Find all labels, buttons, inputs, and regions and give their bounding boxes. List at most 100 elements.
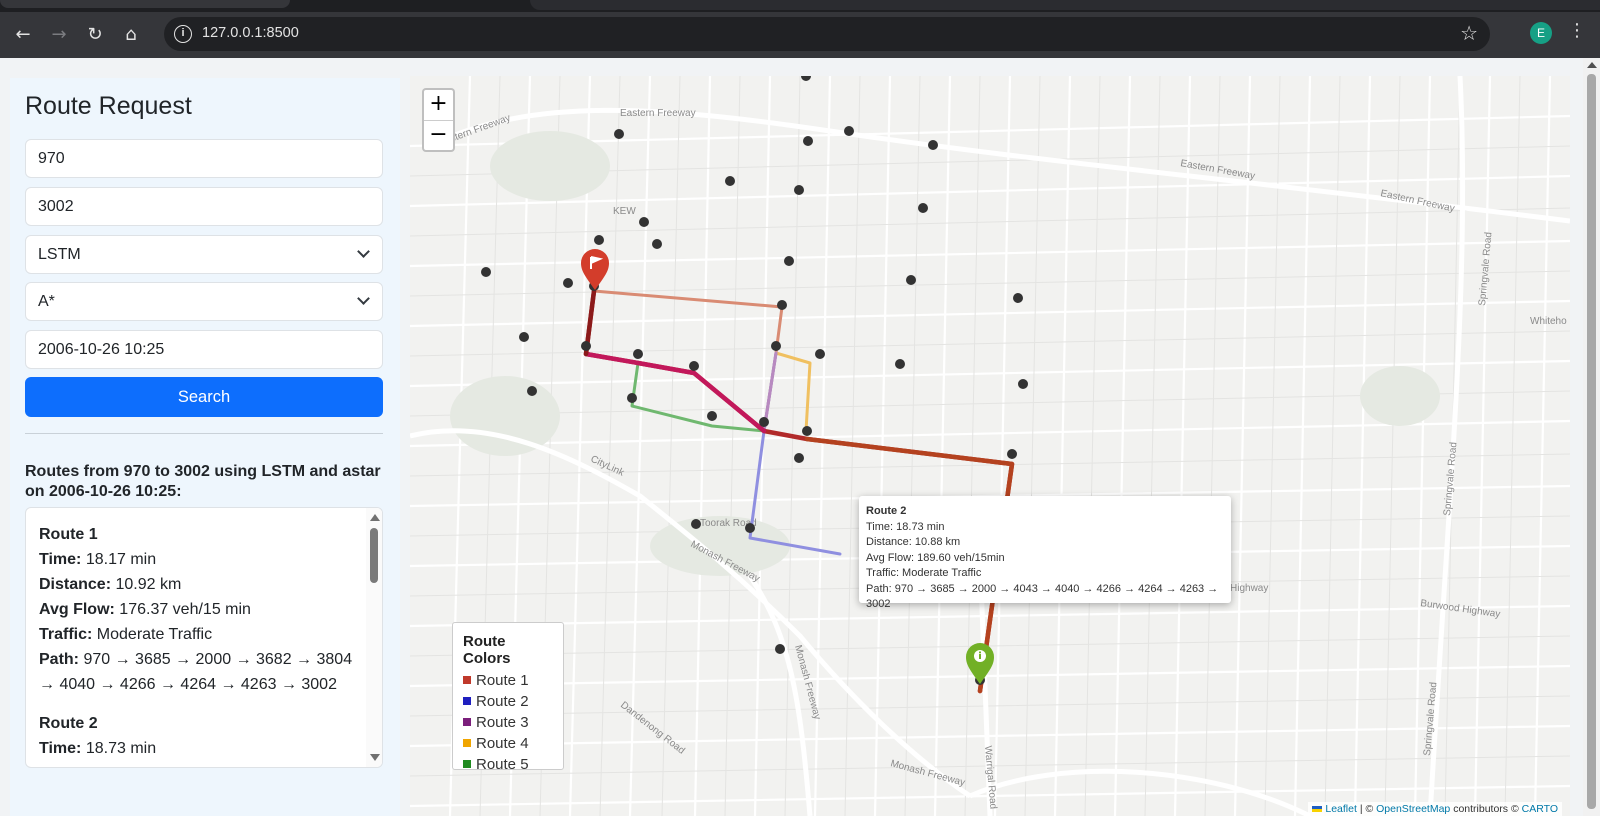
node-marker[interactable] xyxy=(815,349,825,359)
node-marker[interactable] xyxy=(794,453,804,463)
legend-item: Route 1 xyxy=(463,670,553,691)
destination-input[interactable]: 3002 xyxy=(25,187,383,226)
node-marker[interactable] xyxy=(691,519,701,529)
scroll-up-arrow[interactable] xyxy=(1587,62,1597,68)
node-marker[interactable] xyxy=(481,267,491,277)
node-marker[interactable] xyxy=(594,235,604,245)
legend-swatch xyxy=(463,760,471,768)
bookmark-star-icon[interactable]: ☆ xyxy=(1460,21,1478,45)
node-marker[interactable] xyxy=(771,341,781,351)
address-bar[interactable]: i 127.0.0.1:8500 ☆ xyxy=(164,17,1490,51)
browser-menu-icon[interactable]: ⋮ xyxy=(1568,20,1586,41)
scroll-thumb[interactable] xyxy=(1587,74,1596,809)
route-results-list[interactable]: Route 1 Time: 18.17 min Distance: 10.92 … xyxy=(25,507,383,768)
node-marker[interactable] xyxy=(519,332,529,342)
map-canvas[interactable]: KEW Eastern Freeway Eastern Freeway East… xyxy=(410,76,1570,816)
legend-title: Route Colors xyxy=(463,633,511,667)
flow-value: 176.37 veh/15 min xyxy=(119,601,251,618)
node-marker[interactable] xyxy=(759,417,769,427)
node-marker[interactable] xyxy=(801,76,811,81)
legend-swatch xyxy=(463,739,471,747)
results-scrollbar[interactable] xyxy=(366,508,382,767)
node-marker[interactable] xyxy=(614,129,624,139)
back-icon[interactable]: ← xyxy=(8,20,38,50)
node-marker[interactable] xyxy=(707,411,717,421)
end-marker[interactable] xyxy=(966,643,994,684)
popup-path: Path: 970 → 3685 → 2000 → 4043 → 4040 → … xyxy=(866,582,1219,611)
scroll-up-arrow[interactable] xyxy=(370,514,380,521)
node-marker[interactable] xyxy=(725,176,735,186)
node-marker[interactable] xyxy=(803,136,813,146)
profile-avatar[interactable]: E xyxy=(1530,22,1552,44)
zoom-out-button[interactable]: − xyxy=(424,120,453,150)
search-button[interactable]: Search xyxy=(25,377,383,417)
distance-label: Distance: xyxy=(39,576,112,593)
node-marker[interactable] xyxy=(1018,379,1028,389)
browser-tab-active[interactable] xyxy=(530,0,1600,10)
legend-label: Route 5 xyxy=(476,756,529,773)
map-label: Whiteho xyxy=(1530,316,1567,327)
node-marker[interactable] xyxy=(844,126,854,136)
time-label: Time: xyxy=(39,740,82,757)
node-marker[interactable] xyxy=(627,393,637,403)
browser-toolbar: ← → ↻ ⌂ i 127.0.0.1:8500 ☆ E ⋮ xyxy=(0,12,1600,58)
node-marker[interactable] xyxy=(928,140,938,150)
page-scrollbar[interactable] xyxy=(1583,58,1600,816)
leaflet-link[interactable]: Leaflet xyxy=(1325,803,1357,815)
node-marker[interactable] xyxy=(777,300,787,310)
scroll-thumb[interactable] xyxy=(370,528,378,583)
legend-swatch xyxy=(463,697,471,705)
popup-flow: Avg Flow: 189.60 veh/15min xyxy=(866,551,1005,564)
osm-link[interactable]: OpenStreetMap xyxy=(1376,803,1450,815)
node-marker[interactable] xyxy=(906,275,916,285)
zoom-in-button[interactable]: + xyxy=(424,90,453,120)
node-marker[interactable] xyxy=(784,256,794,266)
forward-icon[interactable]: → xyxy=(44,20,74,50)
node-marker[interactable] xyxy=(689,361,699,371)
route-5-line xyxy=(630,361,766,433)
route-title: Route 2 xyxy=(39,715,98,732)
map-label: Burwood Highway xyxy=(1420,598,1501,620)
node-marker[interactable] xyxy=(1007,449,1017,459)
url-text[interactable]: 127.0.0.1:8500 xyxy=(202,25,299,41)
node-marker[interactable] xyxy=(802,426,812,436)
node-marker[interactable] xyxy=(745,523,755,533)
legend-label: Route 4 xyxy=(476,735,529,752)
node-marker[interactable] xyxy=(652,239,662,249)
chevron-down-icon xyxy=(357,292,370,305)
node-marker[interactable] xyxy=(527,386,537,396)
carto-link[interactable]: CARTO xyxy=(1522,803,1558,815)
attribution-text: | © xyxy=(1359,803,1374,815)
route-highlight-line xyxy=(583,351,767,434)
node-marker[interactable] xyxy=(633,349,643,359)
node-marker[interactable] xyxy=(794,185,804,195)
home-icon[interactable]: ⌂ xyxy=(116,20,146,50)
algorithm-select-value: A* xyxy=(38,293,55,310)
datetime-input[interactable]: 2006-10-26 10:25 xyxy=(25,330,383,369)
legend-item: Route 2 xyxy=(463,691,553,712)
route-map[interactable]: KEW Eastern Freeway Eastern Freeway East… xyxy=(410,76,1570,816)
browser-tab[interactable] xyxy=(0,0,290,8)
distance-value: 10.92 km xyxy=(115,576,182,593)
node-marker[interactable] xyxy=(581,341,591,351)
node-marker[interactable] xyxy=(1013,293,1023,303)
site-info-icon[interactable]: i xyxy=(174,25,192,43)
route-popup: Route 2 Time: 18.73 min Distance: 10.88 … xyxy=(859,496,1231,610)
popup-time: Time: 18.73 min xyxy=(866,520,945,533)
reload-icon[interactable]: ↻ xyxy=(80,20,110,50)
algorithm-select[interactable]: A* xyxy=(25,282,383,321)
popup-traffic: Traffic: Moderate Traffic xyxy=(866,567,982,579)
route-legend: Route Colors Route 1 Route 2 Route 3 Rou… xyxy=(452,622,564,773)
scroll-down-arrow[interactable] xyxy=(370,754,380,761)
origin-input[interactable]: 970 xyxy=(25,139,383,178)
tab-strip xyxy=(0,0,1600,12)
time-value: 18.17 min xyxy=(85,551,157,568)
node-marker[interactable] xyxy=(775,644,785,654)
ukraine-flag-icon xyxy=(1312,806,1323,812)
node-marker[interactable] xyxy=(639,217,649,227)
node-marker[interactable] xyxy=(895,359,905,369)
node-marker[interactable] xyxy=(563,278,573,288)
legend-label: Route 1 xyxy=(476,672,529,689)
model-select[interactable]: LSTM xyxy=(25,235,383,274)
node-marker[interactable] xyxy=(918,203,928,213)
